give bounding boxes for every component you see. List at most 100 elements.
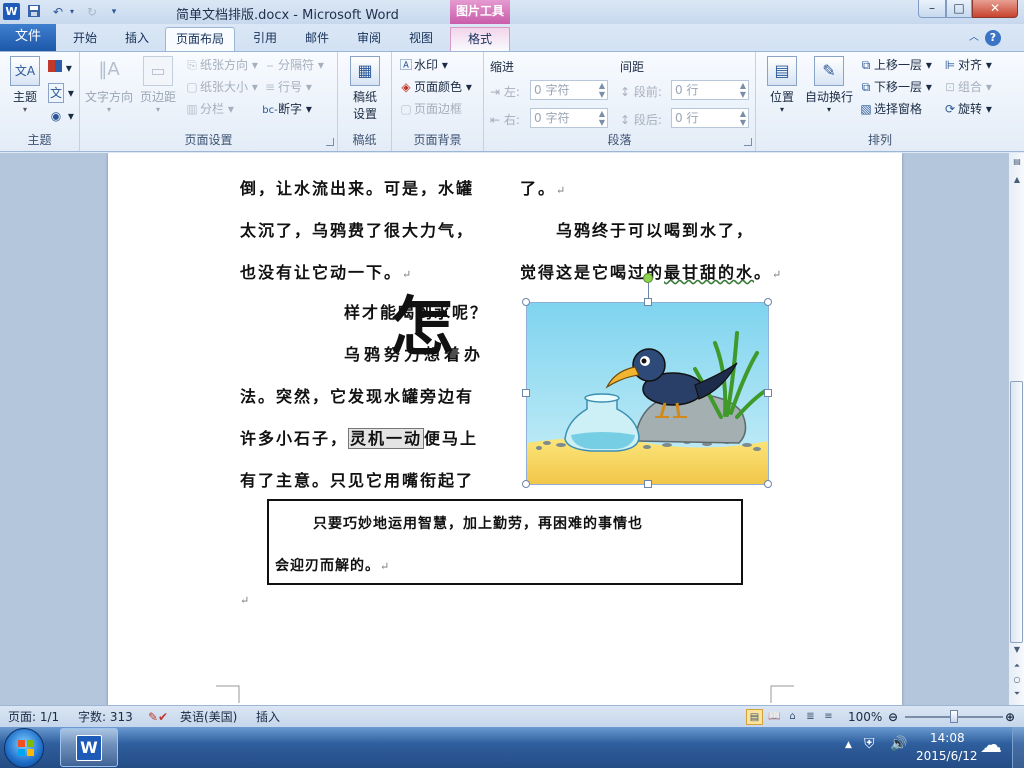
crow-picture-frame[interactable] <box>522 273 772 488</box>
tab-review[interactable]: 审阅 <box>346 27 392 51</box>
selected-text[interactable]: 灵机一动 <box>348 428 425 449</box>
text-line-4[interactable]: 样才能喝到水呢？ <box>344 299 488 323</box>
scroll-up-icon[interactable]: ▲ <box>1010 173 1024 187</box>
zoom-slider-thumb[interactable] <box>950 710 958 723</box>
margins-button[interactable]: ▭ 页边距 ▾ <box>138 56 178 114</box>
size-button[interactable]: ▢ 纸张大小 ▾ <box>184 78 258 96</box>
tab-page-layout[interactable]: 页面布局 <box>165 27 235 51</box>
show-desktop-button[interactable] <box>1012 727 1024 768</box>
text-line-2[interactable]: 太沉了，乌鸦费了很大力气， <box>240 217 474 241</box>
outline-view-icon[interactable]: ≣ <box>802 709 819 725</box>
empty-paragraph[interactable]: ↵ <box>240 589 249 608</box>
indent-left-spinner-icon[interactable]: ▲ ▼ <box>599 81 605 99</box>
hyphenation-button[interactable]: bc-断字 ▾ <box>262 100 312 118</box>
tab-home[interactable]: 开始 <box>62 27 108 51</box>
page-setup-dialog-launcher[interactable] <box>326 138 334 146</box>
document-page[interactable]: 倒，让水流出来。可是，水罐 了。↵ 太沉了，乌鸦费了很大力气， 乌鸦终于可以喝到… <box>108 153 902 705</box>
conclusion-text-box[interactable]: 只要巧妙地运用智慧，加上勤劳，再困难的事情也 会迎刃而解的。↵ <box>267 499 743 585</box>
page-borders-button[interactable]: ▢ 页面边框 <box>398 100 462 118</box>
zoom-out-icon[interactable]: ⊖ <box>888 709 898 725</box>
text-line-3[interactable]: 也没有让它动一下。↵ <box>240 259 411 283</box>
help-icon[interactable]: ? <box>985 30 1001 46</box>
minimize-ribbon-icon[interactable]: ︿ <box>966 30 982 46</box>
text-direction-button[interactable]: ‖A 文字方向 ▾ <box>84 56 134 114</box>
word-app-icon[interactable]: W <box>3 3 20 20</box>
tab-picture-format[interactable]: 格式 <box>450 27 510 51</box>
maximize-button[interactable]: □ <box>946 0 972 18</box>
align-button[interactable]: ⊫ 对齐 ▾ <box>942 56 992 74</box>
position-button[interactable]: ▤ 位置 ▾ <box>762 56 802 114</box>
tab-view[interactable]: 视图 <box>398 27 444 51</box>
resize-handle-bottom-right[interactable] <box>764 480 772 488</box>
print-layout-view-icon[interactable]: ▤ <box>746 709 763 725</box>
indent-left-input[interactable]: 0 字符 ▲ ▼ <box>530 80 608 100</box>
resize-handle-bottom[interactable] <box>644 480 652 488</box>
draft-view-icon[interactable]: ≡ <box>820 709 837 725</box>
manuscript-settings-button[interactable]: ▦ 稿纸 设置 <box>346 56 384 122</box>
columns-button[interactable]: ▥ 分栏 ▾ <box>184 100 234 118</box>
tab-references[interactable]: 引用 <box>242 27 288 51</box>
spacing-after-spinner-icon[interactable]: ▲ ▼ <box>740 109 746 127</box>
text-line-8[interactable]: 有了主意。只见它用嘴衔起了 <box>240 467 474 491</box>
undo-icon[interactable]: ↶ <box>50 4 66 20</box>
themes-button[interactable]: 文A 主题 ▾ <box>6 56 44 114</box>
spacing-before-spinner-icon[interactable]: ▲ ▼ <box>740 81 746 99</box>
resize-handle-bottom-left[interactable] <box>522 480 530 488</box>
resize-handle-top[interactable] <box>644 298 652 306</box>
crow-picture[interactable] <box>527 303 768 484</box>
tab-insert[interactable]: 插入 <box>114 27 160 51</box>
next-page-icon[interactable]: ⏷ <box>1010 687 1024 701</box>
theme-effects-button[interactable]: ◉ ▾ <box>48 107 74 125</box>
wrap-text-button[interactable]: ✎ 自动换行 ▾ <box>804 56 854 114</box>
taskbar-word-button[interactable]: W <box>60 728 118 767</box>
word-count[interactable]: 字数: 313 <box>78 709 133 725</box>
watermark-button[interactable]: 🄰 水印 ▾ <box>398 56 448 74</box>
page-count[interactable]: 页面: 1/1 <box>8 709 59 725</box>
page-color-button[interactable]: ◈ 页面颜色 ▾ <box>398 78 471 96</box>
save-icon[interactable] <box>26 4 42 20</box>
rotate-button[interactable]: ⟳ 旋转 ▾ <box>942 100 992 118</box>
orientation-button[interactable]: ⎘ 纸张方向 ▾ <box>184 56 258 74</box>
previous-page-icon[interactable]: ⏶ <box>1010 659 1024 673</box>
document-area[interactable]: 倒，让水流出来。可是，水罐 了。↵ 太沉了，乌鸦费了很大力气， 乌鸦终于可以喝到… <box>0 153 1008 705</box>
theme-colors-button[interactable]: ▾ <box>48 59 72 77</box>
text-line-6[interactable]: 法。突然，它发现水罐旁边有 <box>240 383 474 407</box>
weather-icon[interactable]: ☁ <box>980 733 1002 758</box>
full-screen-reading-icon[interactable]: 📖 <box>766 709 783 725</box>
text-line-5[interactable]: 乌鸦努力想着办 <box>344 341 484 365</box>
tab-mailings[interactable]: 邮件 <box>294 27 340 51</box>
undo-dropdown-icon[interactable]: ▾ <box>68 4 76 20</box>
bring-forward-button[interactable]: ⧉ 上移一层 ▾ <box>858 56 932 74</box>
scroll-down-icon[interactable]: ▼ <box>1010 643 1024 657</box>
line-numbers-button[interactable]: ≡ 行号 ▾ <box>262 78 312 96</box>
rotate-handle[interactable] <box>643 273 653 283</box>
start-button[interactable] <box>4 728 44 768</box>
scroll-thumb[interactable] <box>1010 381 1023 643</box>
text-line-1b[interactable]: 了。↵ <box>520 175 565 199</box>
proofing-icon[interactable]: ✎✔ <box>148 709 168 725</box>
send-backward-button[interactable]: ⧉ 下移一层 ▾ <box>858 78 932 96</box>
minimize-button[interactable]: – <box>918 0 946 18</box>
show-hidden-icons-icon[interactable]: ▲ <box>845 740 852 750</box>
security-shield-icon[interactable]: ⛨ <box>864 736 875 752</box>
text-line-2b[interactable]: 乌鸦终于可以喝到水了， <box>556 217 754 241</box>
clock-date[interactable]: 2015/6/12 <box>916 749 978 763</box>
close-button[interactable]: ✕ <box>972 0 1018 18</box>
browse-object-icon[interactable]: ○ <box>1010 673 1024 687</box>
spacing-before-input[interactable]: 0 行 ▲ ▼ <box>671 80 749 100</box>
resize-handle-top-left[interactable] <box>522 298 530 306</box>
spacing-after-input[interactable]: 0 行 ▲ ▼ <box>671 108 749 128</box>
indent-right-spinner-icon[interactable]: ▲ ▼ <box>599 109 605 127</box>
clock-time[interactable]: 14:08 <box>930 731 965 745</box>
zoom-level[interactable]: 100% <box>848 709 882 725</box>
volume-icon[interactable]: 🔊 <box>890 736 907 752</box>
vertical-scrollbar[interactable]: ▤ ▲ ▼ ⏶ ○ ⏷ <box>1008 153 1024 705</box>
customize-quick-access-icon[interactable]: ▾ <box>106 4 122 20</box>
selection-pane-button[interactable]: ▧ 选择窗格 <box>858 100 922 118</box>
group-button[interactable]: ⊡ 组合 ▾ <box>942 78 992 96</box>
text-line-7[interactable]: 许多小石子， 灵机一动 便马上 <box>240 425 478 449</box>
resize-handle-right[interactable] <box>764 389 772 397</box>
ruler-toggle-icon[interactable]: ▤ <box>1010 155 1024 169</box>
redo-icon[interactable]: ↻ <box>84 4 100 20</box>
zoom-in-icon[interactable]: ⊕ <box>1005 709 1015 725</box>
